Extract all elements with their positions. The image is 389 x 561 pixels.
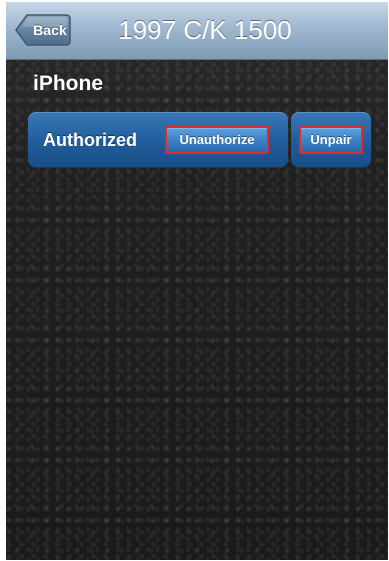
navigation-bar: Back 1997 C/K 1500 (6, 2, 388, 60)
page-title: 1997 C/K 1500 (118, 15, 292, 45)
device-name: iPhone (33, 72, 104, 95)
authorization-status-card: Authorized Unauthorize (28, 112, 288, 168)
authorization-status: Authorized (43, 130, 137, 150)
unpair-button[interactable]: Unpair (299, 126, 363, 154)
back-button-label: Back (33, 22, 67, 38)
screen: Back 1997 C/K 1500 iPhone Authorized Una… (0, 0, 389, 561)
unpair-card: Unpair (291, 112, 371, 168)
unauthorize-button[interactable]: Unauthorize (165, 126, 269, 154)
phone-screen: Back 1997 C/K 1500 iPhone Authorized Una… (6, 2, 388, 560)
back-button[interactable]: Back (14, 13, 72, 47)
